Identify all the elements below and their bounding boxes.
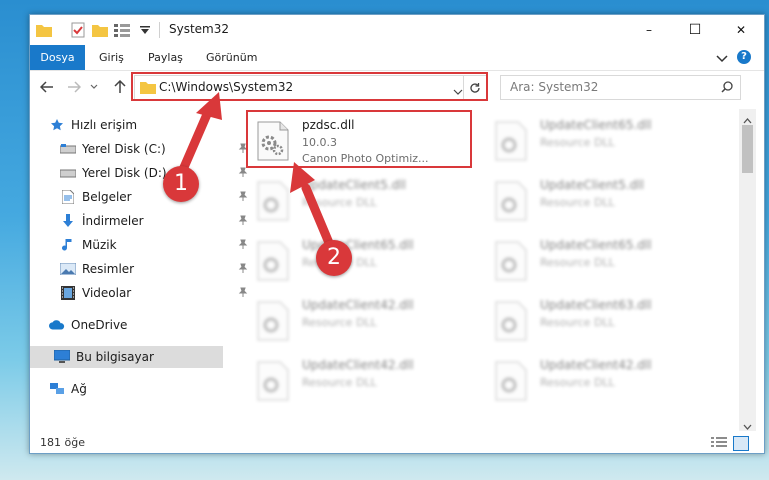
step-badge-1: 1 [163, 166, 199, 202]
annotation-arrows [177, 92, 337, 255]
step-badge-2: 2 [316, 240, 352, 276]
